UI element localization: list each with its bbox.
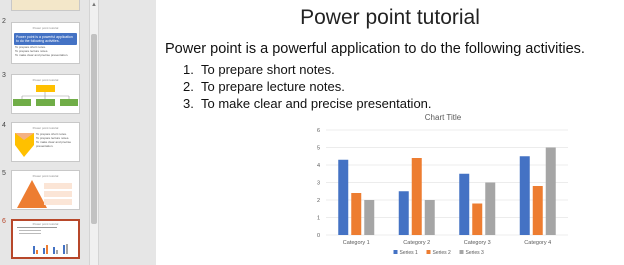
y-tick-label: 6 bbox=[317, 128, 320, 134]
chart-svg: Chart Title 0 1 2 3 4 5 6 Category 1 Category 2 C… bbox=[317, 113, 568, 256]
slide-canvas[interactable]: Power point tutorial Power point is a po… bbox=[156, 0, 624, 265]
legend-label: Series 1 bbox=[400, 250, 419, 256]
slide-thumbnail-2[interactable]: Power point tutorial Power point is a po… bbox=[11, 22, 80, 64]
slide-thumbnail-3[interactable]: Power point tutorial bbox=[11, 74, 80, 114]
scroll-up-arrow-icon[interactable]: ▲ bbox=[91, 2, 97, 8]
y-tick-label: 1 bbox=[317, 216, 320, 222]
list-item[interactable]: 1. To prepare short notes. bbox=[183, 61, 432, 78]
chart-title: Chart Title bbox=[425, 113, 462, 122]
y-tick-label: 0 bbox=[317, 233, 320, 239]
bar bbox=[485, 182, 496, 235]
slide-thumbnail-1[interactable] bbox=[11, 0, 80, 11]
thumbnail-scrollbar[interactable]: ▲ bbox=[89, 0, 99, 265]
bar bbox=[472, 203, 483, 235]
legend-swatch bbox=[426, 250, 431, 254]
bar bbox=[424, 200, 435, 235]
slide-number-5: 5 bbox=[2, 170, 6, 177]
thumbnail-blue-box: Power point is a powerful application to… bbox=[14, 33, 77, 45]
bar-chart[interactable]: Chart Title 0 1 2 3 4 5 6 Category 1 Category 2 C… bbox=[306, 107, 581, 265]
powerpoint-window: 2 Power point tutorial Power point is a … bbox=[0, 0, 624, 265]
thumbnail-hierarchy-diagram bbox=[13, 85, 78, 106]
thumbnail-chart-preview bbox=[17, 227, 68, 254]
legend-swatch bbox=[459, 250, 464, 254]
slide-title[interactable]: Power point tutorial bbox=[156, 6, 624, 30]
slide-thumbnail-5[interactable]: Power point tutorial bbox=[11, 170, 80, 210]
y-tick-label: 4 bbox=[317, 163, 320, 169]
bar bbox=[459, 173, 470, 235]
bar bbox=[364, 200, 375, 235]
slide-thumbnail-pane[interactable]: 2 Power point tutorial Power point is a … bbox=[0, 0, 89, 265]
bar bbox=[338, 159, 349, 235]
bar bbox=[351, 193, 362, 235]
slide-number-4: 4 bbox=[2, 122, 6, 129]
thumbnail-pyramid-diagram bbox=[17, 180, 72, 208]
x-tick-label: Category 4 bbox=[524, 240, 551, 246]
scrollbar-thumb[interactable] bbox=[91, 34, 97, 224]
legend-label: Series 3 bbox=[466, 250, 485, 256]
x-tick-label: Category 1 bbox=[343, 240, 370, 246]
thumbnail-line: To make clear and precise presentation. bbox=[36, 140, 72, 148]
thumbnail-line: To make clear and precise presentation. bbox=[15, 53, 69, 57]
thumbnail-title: Power point tutorial bbox=[32, 126, 59, 130]
legend-label: Series 2 bbox=[433, 250, 452, 256]
bar bbox=[545, 147, 556, 235]
y-tick-label: 5 bbox=[317, 146, 320, 152]
slide-thumbnail-6[interactable]: Power point tutorial bbox=[11, 219, 80, 259]
bar bbox=[519, 156, 530, 235]
thumbnail-chevron-diagram bbox=[15, 133, 34, 157]
x-tick-label: Category 2 bbox=[403, 240, 430, 246]
slide-number-2: 2 bbox=[2, 18, 6, 25]
list-item[interactable]: 2. To prepare lecture notes. bbox=[183, 78, 432, 95]
bar bbox=[411, 158, 422, 235]
slide-intro-text[interactable]: Power point is a powerful application to… bbox=[165, 41, 585, 57]
y-tick-label: 3 bbox=[317, 181, 320, 187]
y-tick-label: 2 bbox=[317, 198, 320, 204]
slide-thumbnail-4[interactable]: Power point tutorial To prepare short no… bbox=[11, 122, 80, 162]
bar bbox=[532, 186, 543, 235]
slide-numbered-list[interactable]: 1. To prepare short notes. 2. To prepare l… bbox=[183, 61, 432, 112]
legend-swatch bbox=[393, 250, 398, 254]
slide-number-3: 3 bbox=[2, 72, 6, 79]
bar bbox=[398, 191, 409, 235]
slide-number-6: 6 bbox=[2, 218, 6, 225]
thumbnail-title: Power point tutorial bbox=[32, 26, 59, 30]
x-tick-label: Category 3 bbox=[464, 240, 491, 246]
